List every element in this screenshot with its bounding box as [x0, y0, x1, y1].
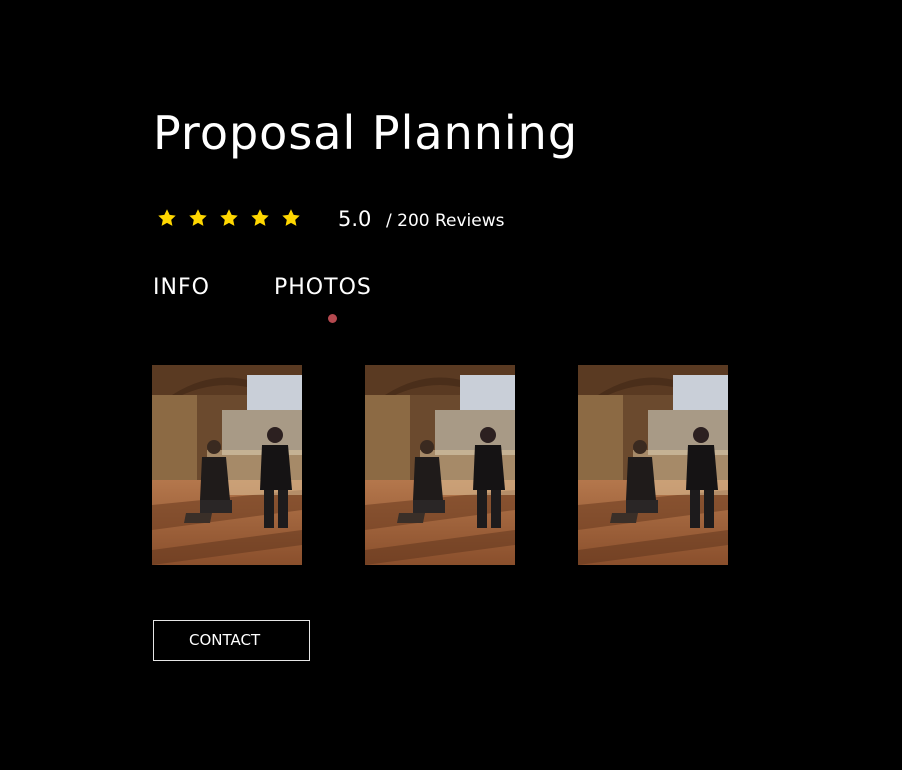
gallery-photo[interactable]: [365, 365, 515, 565]
proposal-photo-image: [578, 365, 728, 565]
rating-value: 5.0: [338, 207, 372, 231]
gallery-photo[interactable]: [152, 365, 302, 565]
proposal-photo-image: [365, 365, 515, 565]
tab-info[interactable]: INFO: [153, 273, 210, 303]
star-icon: [282, 209, 300, 226]
star-icon: [158, 209, 176, 226]
star-icon: [251, 209, 269, 226]
gallery-photo[interactable]: [578, 365, 728, 565]
review-count: / 200 Reviews: [386, 211, 505, 231]
page-title: Proposal Planning: [153, 106, 579, 160]
star-icon: [189, 209, 207, 226]
star-rating: [156, 207, 302, 229]
star-icon: [220, 209, 238, 226]
proposal-photo-image: [152, 365, 302, 565]
active-tab-indicator: [328, 314, 337, 323]
tab-photos[interactable]: PHOTOS: [274, 273, 372, 303]
contact-button[interactable]: CONTACT: [153, 620, 310, 661]
